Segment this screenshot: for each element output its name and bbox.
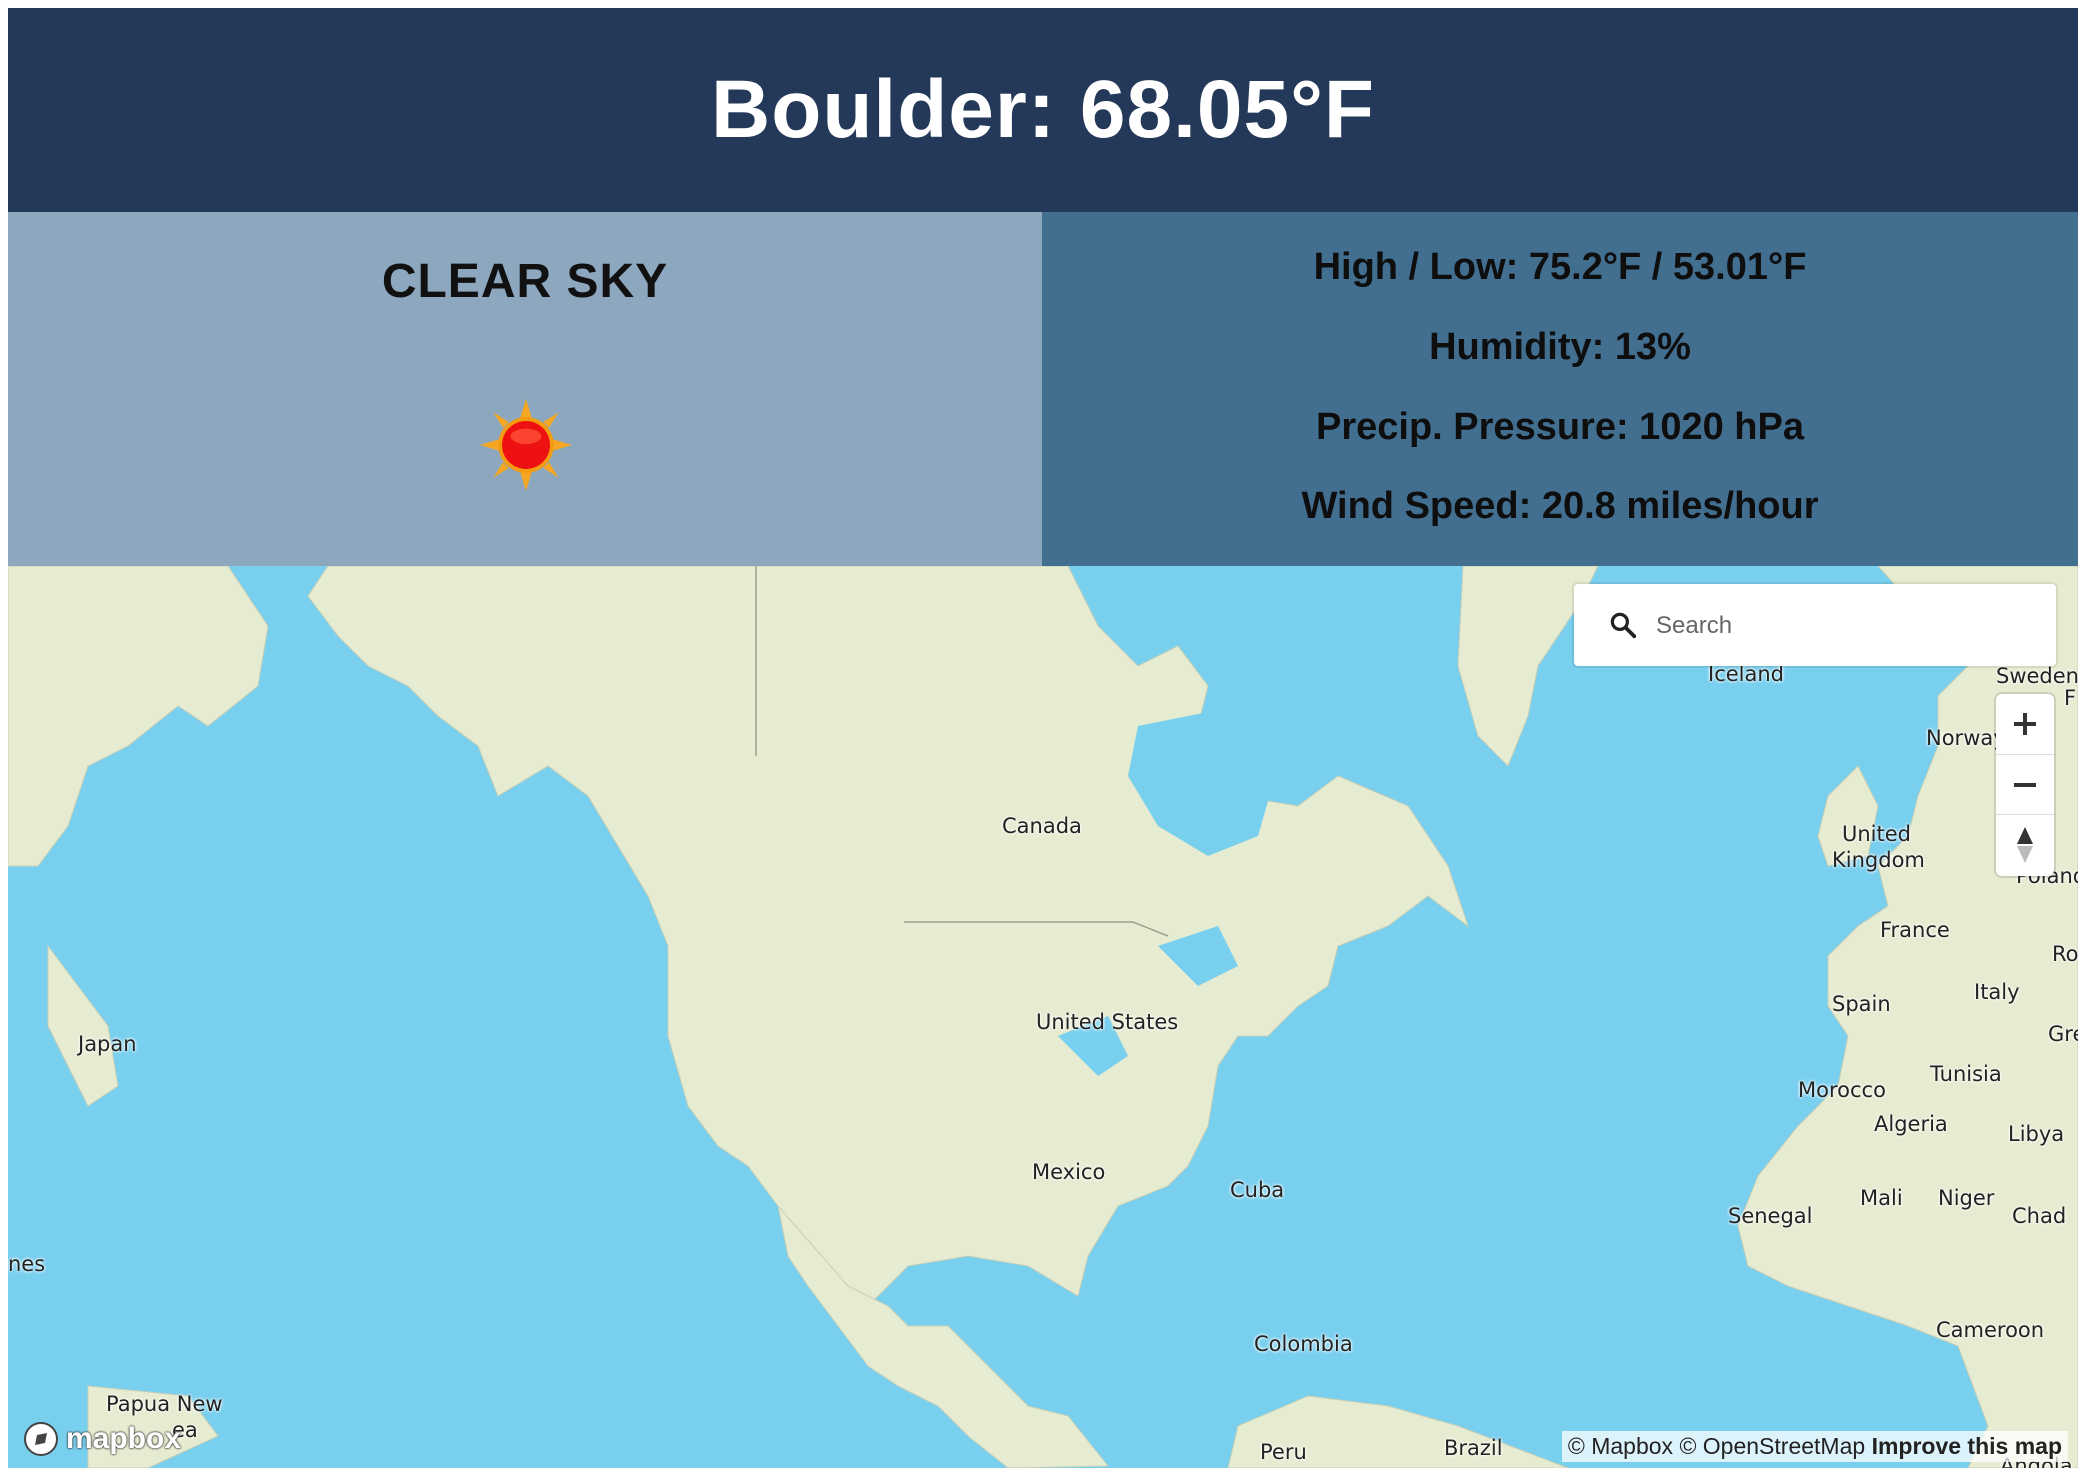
map-label-mali: Mali	[1860, 1186, 1903, 1210]
map-label-philippines-fragment: nes	[8, 1252, 46, 1276]
humidity-text: Humidity: 13%	[1429, 326, 1691, 368]
map-label-senegal: Senegal	[1728, 1204, 1813, 1228]
map-label-cuba: Cuba	[1230, 1178, 1285, 1202]
compass-icon	[2017, 827, 2033, 863]
header-bar: Boulder: 68.05°F	[8, 8, 2078, 212]
plus-icon	[2014, 713, 2036, 735]
map-label-united: United	[1842, 822, 1911, 846]
improve-map-link[interactable]: Improve this map	[1872, 1433, 2062, 1459]
map-label-italy: Italy	[1974, 980, 2020, 1004]
map-label-cameroon: Cameroon	[1936, 1318, 2045, 1342]
details-panel: High / Low: 75.2°F / 53.01°F Humidity: 1…	[1042, 212, 2078, 566]
sun-icon	[479, 398, 573, 492]
weather-condition: CLEAR SKY	[381, 255, 669, 308]
map-attribution: © Mapbox © OpenStreetMap Improve this ma…	[1561, 1431, 2068, 1462]
map-label-chad: Chad	[2012, 1204, 2067, 1228]
minus-icon	[2014, 783, 2036, 787]
map-label-romania-fragment: Ro	[2052, 942, 2078, 966]
map-label-tunisia: Tunisia	[1930, 1062, 2002, 1086]
map-label-united-states: United States	[1036, 1010, 1179, 1034]
osm-attribution-link[interactable]: © OpenStreetMap	[1679, 1433, 1865, 1459]
zoom-in-button[interactable]	[1996, 694, 2054, 754]
map-search-box[interactable]	[1574, 584, 2056, 666]
reset-bearing-button[interactable]	[1996, 814, 2054, 875]
map-view[interactable]: Canada United States Mexico Cuba Colombi…	[8, 566, 2078, 1468]
map-label-colombia: Colombia	[1254, 1332, 1353, 1356]
map-label-peru: Peru	[1260, 1440, 1307, 1464]
map-label-japan: Japan	[78, 1032, 137, 1056]
map-label-norway: Norway	[1926, 726, 2006, 750]
map-label-algeria: Algeria	[1874, 1112, 1948, 1136]
city-temperature-title: Boulder: 68.05°F	[711, 64, 1375, 155]
wind-speed-text: Wind Speed: 20.8 miles/hour	[1301, 485, 1819, 527]
map-label-libya: Libya	[2008, 1122, 2065, 1146]
map-label-greece-fragment: Gre	[2048, 1022, 2078, 1046]
map-label-sweden: Sweden	[1996, 664, 2078, 688]
mapbox-attribution-link[interactable]: © Mapbox	[1568, 1433, 1673, 1459]
map-label-spain: Spain	[1832, 992, 1891, 1016]
mapbox-wordmark: mapbox	[66, 1422, 182, 1455]
high-low-text: High / Low: 75.2°F / 53.01°F	[1313, 246, 1807, 288]
map-label-brazil: Brazil	[1444, 1436, 1503, 1460]
pressure-text: Precip. Pressure: 1020 hPa	[1316, 406, 1804, 448]
map-label-kingdom: Kingdom	[1832, 848, 1925, 872]
search-icon	[1610, 612, 1637, 639]
search-input[interactable]	[1654, 602, 2038, 650]
map-label-mexico: Mexico	[1032, 1160, 1106, 1184]
condition-panel: CLEAR SKY	[8, 212, 1042, 566]
weather-app: Boulder: 68.05°F CLEAR SKY High / Low: 7…	[8, 8, 2078, 1468]
map-label-finland-fragment: F	[2064, 686, 2077, 710]
map-label-morocco: Morocco	[1798, 1078, 1886, 1102]
mapbox-logo[interactable]: mapbox	[22, 1420, 181, 1458]
map-label-france: France	[1880, 918, 1950, 942]
map-label-canada: Canada	[1002, 814, 1082, 838]
mapbox-logo-icon	[24, 1422, 58, 1456]
map-zoom-controls	[1996, 694, 2054, 876]
map-label-niger: Niger	[1938, 1186, 1995, 1210]
zoom-out-button[interactable]	[1996, 754, 2054, 815]
map-label-papua-new: Papua New	[106, 1392, 223, 1416]
